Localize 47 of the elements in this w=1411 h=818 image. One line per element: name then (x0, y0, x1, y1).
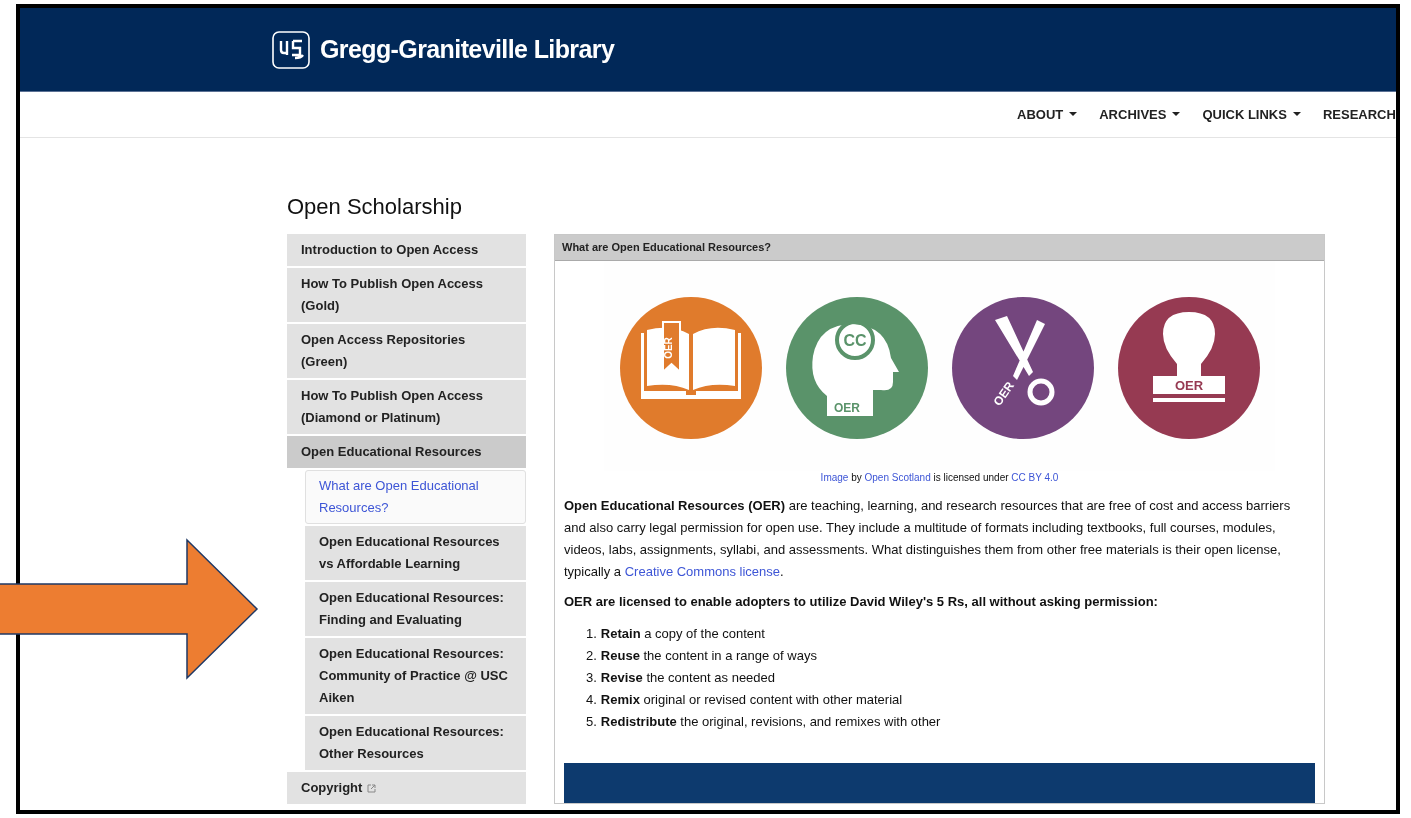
oer-label: OER (1174, 378, 1203, 393)
sidebar-item[interactable]: Open Educational Resources vs Affordable Learning (305, 526, 526, 580)
sidebar-item[interactable]: What are Open Educational Resources? (305, 470, 526, 524)
list-item: Remix original or revised content with other material (600, 691, 903, 709)
list-item: Reuse the content in a range of ways (600, 647, 817, 665)
list-number: 4. (586, 691, 597, 709)
sidebar-item[interactable]: Open Access Repositories (Green) (287, 324, 526, 378)
nav-menu-link[interactable]: RESEARCH (1322, 107, 1396, 122)
sidebar-item[interactable]: Open Educational Resources: Other Resources (305, 716, 526, 770)
sidebar-item[interactable]: Introduction to Open Access (287, 234, 526, 266)
external-link-icon (367, 783, 377, 793)
panel-title: What are Open Educational Resources? (555, 235, 1324, 261)
sidebar-item[interactable]: How To Publish Open Access (Gold) (287, 268, 526, 322)
text-link[interactable]: Open Scotland (864, 472, 931, 483)
sidebar-item[interactable]: Open Educational Resources: Finding and Evaluating (305, 582, 526, 636)
caret-icon (1292, 112, 1301, 117)
caret-icon (1172, 112, 1181, 117)
list-item: Retain a copy of the content (600, 625, 765, 643)
sidebar-item[interactable]: Open Educational Resources (287, 436, 526, 468)
paragraph: Open Educational Resources (OER) are teaching, learning, and research resources that are free of cost and access barriers and also carry legal permission for open use. They include a multitude of formats including textbooks, full courses, modules, videos, labs, assignments, syllabi, and assessments. What distinguishes them from other free materials is their open license, typically a Creative Commons license. (564, 497, 1292, 581)
book-icon (640, 321, 741, 399)
stamp-icon (1152, 312, 1225, 402)
nav-menu-link[interactable]: ARCHIVES (1099, 107, 1181, 122)
oer-label: OER (833, 401, 860, 415)
scissors-icon (994, 316, 1054, 406)
list-number: 5. (586, 713, 597, 731)
oer-label: OER (662, 337, 674, 359)
logo-icon (272, 30, 310, 69)
image-credit: Image by Open Scotland is licensed under CC BY 4.0 (819, 471, 1060, 485)
sidebar-item[interactable]: Open Educational Resources: Community of Practice @ USC Aiken (305, 638, 526, 714)
list-heading: OER are licensed to enable adopters to utilize David Wiley's 5 Rs, all without asking permission: (564, 593, 1159, 611)
text-link[interactable]: Creative Commons license (624, 564, 781, 579)
cc-label: CC (842, 332, 867, 349)
nav-menu-link[interactable]: ABOUT (1017, 107, 1078, 122)
nav-menu-link[interactable]: QUICK LINKS (1202, 107, 1301, 122)
text-link[interactable]: CC BY 4.0 (1011, 472, 1059, 483)
sidebar-item[interactable]: How To Publish Open Access (Diamond or Platinum) (287, 380, 526, 434)
list-number: 2. (586, 647, 597, 665)
site-title[interactable]: Gregg-Graniteville Library (320, 35, 615, 64)
list-item: Revise the content as needed (600, 669, 776, 687)
sidebar-item[interactable]: Copyright (287, 772, 526, 804)
list-number: 1. (586, 625, 597, 643)
caret-icon (1069, 112, 1078, 117)
list-item: Redistribute the original, revisions, and remixes with other (600, 713, 941, 731)
text-link[interactable]: Image (820, 472, 849, 483)
list-number: 3. (586, 669, 597, 687)
page-heading: Open Scholarship (287, 194, 463, 220)
